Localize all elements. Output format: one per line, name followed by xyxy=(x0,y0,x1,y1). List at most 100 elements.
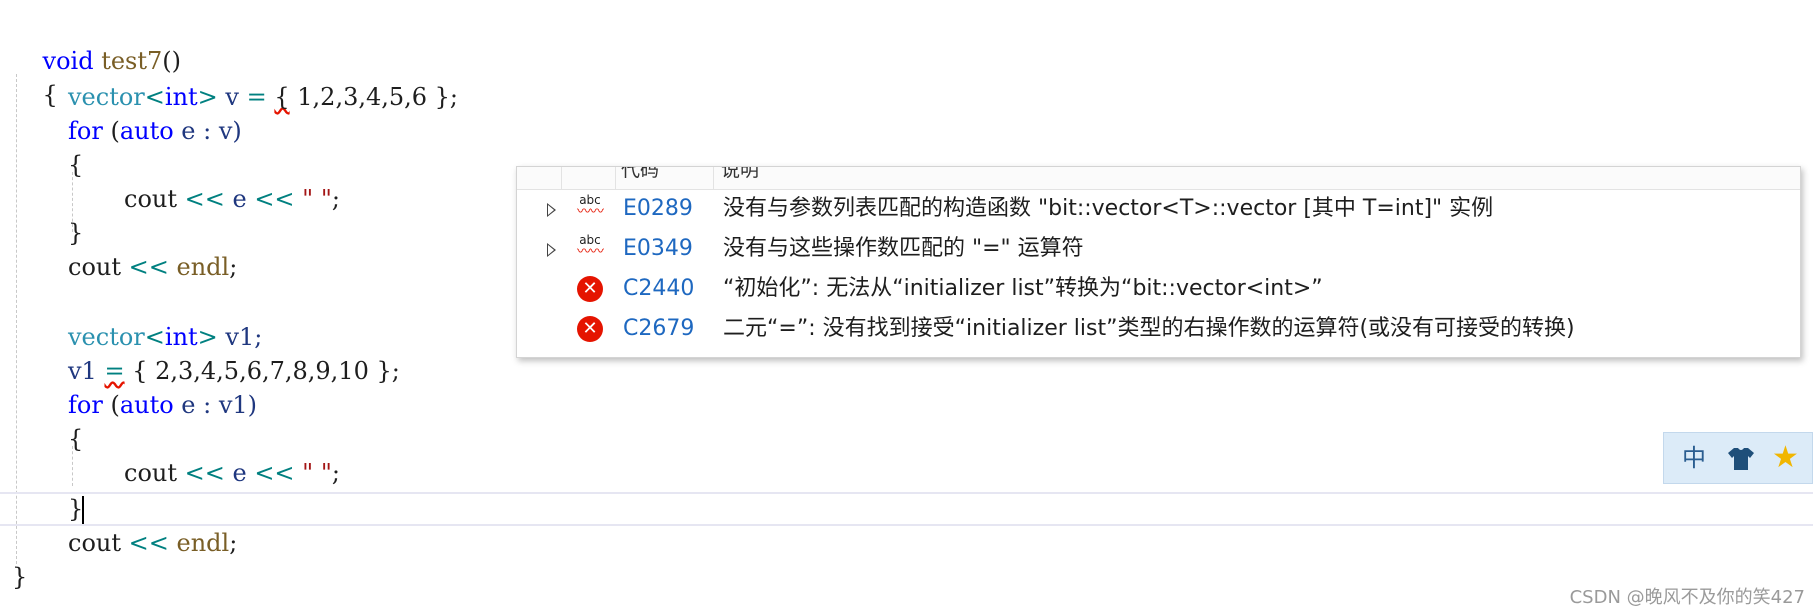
code-line-assign-v1: v1 = { 2,3,4,5,6,7,8,9,10 }; xyxy=(68,354,400,388)
var-v: v xyxy=(217,83,247,111)
column-separator xyxy=(713,167,714,189)
code-line-cout-e: cout << e << " "; xyxy=(124,456,340,490)
current-line-highlight xyxy=(0,492,1813,526)
error-list-panel: 代码 说明 abc 〰〰 E0289 没有与参数列表匹配的构造函数 "bit::v… xyxy=(516,166,1801,358)
semicolon: ; xyxy=(331,185,340,213)
parens: () xyxy=(162,47,182,75)
cout-identifier: cout xyxy=(68,529,129,557)
ime-toolbar: 中 ★ xyxy=(1663,432,1813,484)
initializer-list: 1,2,3,4,5,6 }; xyxy=(289,83,459,111)
brace: } xyxy=(12,563,28,591)
cout-identifier: cout xyxy=(124,459,185,487)
code-line-brace-open: { xyxy=(12,44,58,109)
string-literal: " " xyxy=(302,185,332,213)
text-caret xyxy=(82,496,84,524)
code-line-brace-close: } xyxy=(68,216,83,250)
ime-language-toggle[interactable]: 中 xyxy=(1682,443,1706,473)
code-line-cout-endl: cout << endl; xyxy=(68,250,237,284)
cout-identifier: cout xyxy=(124,185,185,213)
angle-close: > xyxy=(197,83,218,111)
column-separator xyxy=(615,167,616,189)
error-code-link[interactable]: E0289 xyxy=(623,189,693,229)
code-line-brace-close: } xyxy=(68,492,83,526)
type-param-int: int xyxy=(164,323,198,351)
error-code-link[interactable]: C2440 xyxy=(623,269,694,309)
paren-open: ( xyxy=(102,391,120,419)
error-code-link[interactable]: C2679 xyxy=(623,309,694,349)
intellisense-spelling-icon: abc 〰〰 xyxy=(577,193,604,220)
error-description: 没有与参数列表匹配的构造函数 "bit::vector<T>::vector [… xyxy=(723,196,1494,221)
operator-assign: = xyxy=(246,83,267,111)
brace: { xyxy=(68,425,84,453)
brace: { xyxy=(42,81,58,109)
code-line-brace-open: { xyxy=(68,422,83,456)
semicolon: ; xyxy=(331,459,340,487)
function-name: test7 xyxy=(101,47,163,75)
error-description: 没有与这些操作数匹配的 "=" 运算符 xyxy=(723,236,1084,261)
semicolon: ; xyxy=(229,529,238,557)
code-line-vector-v1: vector<int> v1; xyxy=(68,320,262,354)
initializer-list: { 2,3,4,5,6,7,8,9,10 }; xyxy=(124,357,400,385)
var-e: e xyxy=(224,185,255,213)
type-vector: vector xyxy=(68,83,145,111)
loop-header-rest: e : v) xyxy=(173,117,242,145)
code-line-cout-e: cout << e << " "; xyxy=(124,182,340,216)
semicolon: ; xyxy=(229,253,238,281)
paren-open: ( xyxy=(102,117,120,145)
brace: } xyxy=(68,495,84,523)
error-row[interactable]: abc 〰〰 E0289 没有与参数列表匹配的构造函数 "bit::vector<… xyxy=(517,189,1800,229)
error-description: 二元“=”: 没有找到接受“initializer list”类型的右操作数的运… xyxy=(723,316,1575,341)
watermark: CSDN @晚风不及你的笑427 xyxy=(1569,587,1805,608)
skin-shirt-icon[interactable] xyxy=(1724,445,1758,473)
brace: { xyxy=(68,151,84,179)
error-squiggle-assign[interactable]: = xyxy=(104,357,124,385)
indent-guide xyxy=(16,74,17,564)
keyword-auto: auto xyxy=(119,391,174,419)
code-line-brace-open: { xyxy=(68,148,83,182)
keyword-for: for xyxy=(68,117,103,145)
angle-open: < xyxy=(144,83,165,111)
code-line-vector-v: vector<int> v = { 1,2,3,4,5,6 }; xyxy=(68,80,458,114)
keyword-for: for xyxy=(68,391,103,419)
brace: } xyxy=(68,219,84,247)
angle-close: > xyxy=(197,323,218,351)
var-e: e xyxy=(224,459,255,487)
error-list-header: 代码 说明 xyxy=(517,167,1800,190)
code-line-cout-endl: cout << endl; xyxy=(68,526,237,560)
type-vector: vector xyxy=(68,323,145,351)
code-line-for-v: for (auto e : v) xyxy=(68,114,242,148)
type-param-int: int xyxy=(164,83,198,111)
operator-stream: << xyxy=(128,529,169,557)
operator-stream: << xyxy=(254,185,295,213)
string-literal: " " xyxy=(302,459,332,487)
intellisense-spelling-icon: abc 〰〰 xyxy=(577,233,604,260)
error-row[interactable]: abc 〰〰 E0349 没有与这些操作数匹配的 "=" 运算符 xyxy=(517,229,1800,269)
error-circle-icon: ✕ xyxy=(577,276,603,302)
operator-stream: << xyxy=(184,459,225,487)
code-line-function-declaration: void test7() xyxy=(12,10,182,75)
keyword-auto: auto xyxy=(119,117,174,145)
angle-open: < xyxy=(144,323,165,351)
column-separator xyxy=(561,167,562,189)
endl-identifier: endl xyxy=(176,253,230,281)
expand-triangle-icon[interactable] xyxy=(547,203,556,217)
endl-identifier: endl xyxy=(176,529,230,557)
expand-triangle-icon[interactable] xyxy=(547,243,556,257)
operator-stream: << xyxy=(254,459,295,487)
loop-header-rest: e : v1) xyxy=(173,391,258,419)
cout-identifier: cout xyxy=(68,253,129,281)
column-header-code[interactable]: 代码 xyxy=(621,167,659,181)
var-v1: v1 xyxy=(68,357,105,385)
error-code-link[interactable]: E0349 xyxy=(623,229,693,269)
error-circle-icon: ✕ xyxy=(577,316,603,342)
error-row[interactable]: ✕ C2440 “初始化”: 无法从“initializer list”转换为“… xyxy=(517,269,1800,309)
code-line-for-v1: for (auto e : v1) xyxy=(68,388,257,422)
code-line-brace-close: } xyxy=(12,560,27,594)
var-v1-decl: v1; xyxy=(217,323,263,351)
operator-stream: << xyxy=(128,253,169,281)
error-squiggle-brace[interactable]: { xyxy=(274,83,289,111)
favorite-star-icon[interactable]: ★ xyxy=(1772,441,1799,475)
error-row[interactable]: ✕ C2679 二元“=”: 没有找到接受“initializer list”类… xyxy=(517,309,1800,349)
column-header-description[interactable]: 说明 xyxy=(721,167,759,181)
error-description: “初始化”: 无法从“initializer list”转换为“bit::vec… xyxy=(723,276,1323,301)
